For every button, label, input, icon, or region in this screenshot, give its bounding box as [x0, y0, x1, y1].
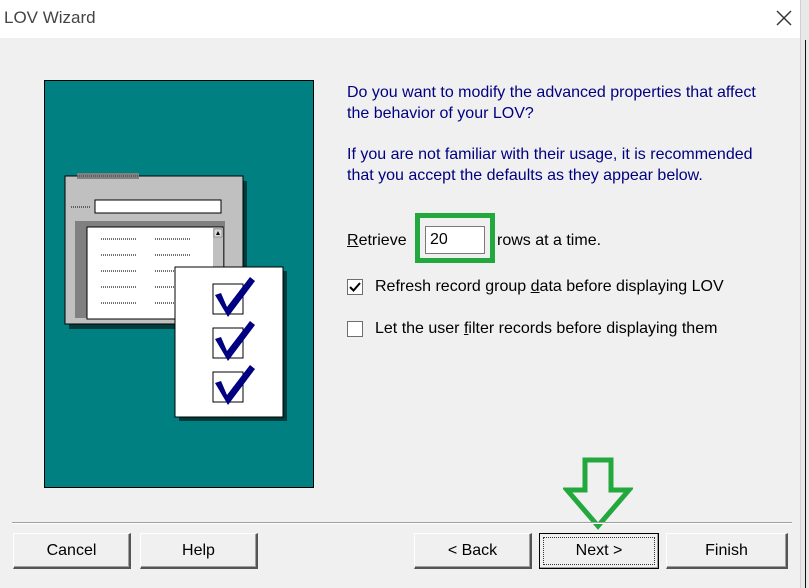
filter-label: Let the user filter records before displ… — [375, 320, 717, 338]
lov-wizard-window: LOV Wizard Do you want to modify the adv… — [0, 0, 809, 588]
retrieve-mnemonic: R — [347, 232, 359, 249]
lov-wizard-illustration — [64, 173, 287, 421]
wizard-illustration — [44, 80, 314, 488]
back-button[interactable]: < Back — [414, 533, 532, 569]
refresh-label-before: Refresh record group — [375, 278, 531, 295]
close-icon — [776, 10, 792, 26]
cancel-button[interactable]: Cancel — [13, 533, 131, 569]
refresh-label-after: ata before displaying LOV — [539, 278, 724, 295]
refresh-mnemonic: d — [530, 278, 540, 295]
refresh-label: Refresh record group data before display… — [375, 278, 724, 296]
refresh-option[interactable]: Refresh record group data before display… — [347, 277, 724, 297]
filter-label-after: ilter records before displaying them — [468, 320, 718, 337]
filter-checkbox[interactable] — [347, 321, 363, 337]
filter-option[interactable]: Let the user filter records before displ… — [347, 319, 717, 339]
finish-button[interactable]: Finish — [666, 533, 788, 569]
annotation-arrow — [561, 456, 635, 530]
retrieve-label-rest: etrieve — [358, 232, 407, 249]
rows-suffix: rows at a time. — [497, 232, 602, 249]
rows-input[interactable] — [425, 226, 485, 254]
close-button[interactable] — [769, 4, 799, 32]
window-edge-line — [805, 40, 806, 588]
help-button[interactable]: Help — [140, 533, 258, 569]
down-arrow-icon — [561, 457, 635, 530]
button-separator — [12, 522, 792, 524]
question-text: Do you want to modify the advanced prope… — [347, 84, 756, 122]
next-button[interactable]: Next > — [539, 533, 659, 569]
retrieve-label: Retrieve — [347, 232, 407, 250]
title-bar: LOV Wizard — [0, 0, 809, 38]
window-title: LOV Wizard — [4, 8, 96, 27]
checkmark-icon — [349, 282, 361, 292]
filter-label-before: Let the user — [375, 320, 464, 337]
refresh-checkbox[interactable] — [347, 279, 363, 295]
advice-text: If you are not familiar with their usage… — [347, 146, 753, 184]
